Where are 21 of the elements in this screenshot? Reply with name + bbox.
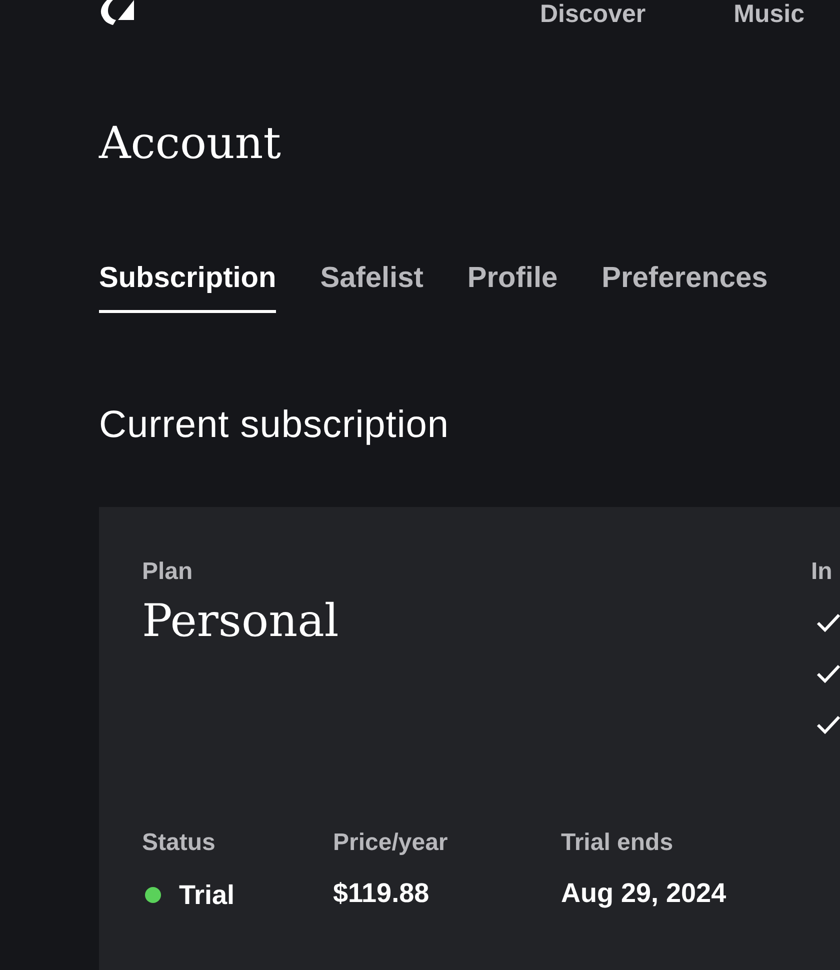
included-label: In xyxy=(811,559,832,585)
check-icon xyxy=(816,663,840,685)
tab[interactable]: Subscription xyxy=(99,262,276,313)
tab[interactable]: Profile xyxy=(467,262,558,313)
tab[interactable]: Preferences xyxy=(602,262,768,313)
status-value: Trial xyxy=(179,880,235,910)
detail-value: $119.88 xyxy=(333,878,430,908)
section-heading: Current subscription xyxy=(99,403,450,447)
nav-link[interactable]: Music xyxy=(734,0,804,29)
logo-icon[interactable] xyxy=(99,0,135,25)
plan-label: Plan xyxy=(142,559,193,585)
detail-label: Price/year xyxy=(333,830,448,856)
plan-name: Personal xyxy=(142,593,339,649)
detail-label: Status xyxy=(142,830,216,856)
check-icon xyxy=(816,612,840,634)
detail-value: Aug 29, 2024 xyxy=(561,878,726,908)
page-title: Account xyxy=(99,117,281,171)
nav-link[interactable]: Discover xyxy=(540,0,646,29)
check-icon xyxy=(816,714,840,736)
detail-label: Trial ends xyxy=(561,830,674,856)
tab[interactable]: Safelist xyxy=(320,262,424,313)
